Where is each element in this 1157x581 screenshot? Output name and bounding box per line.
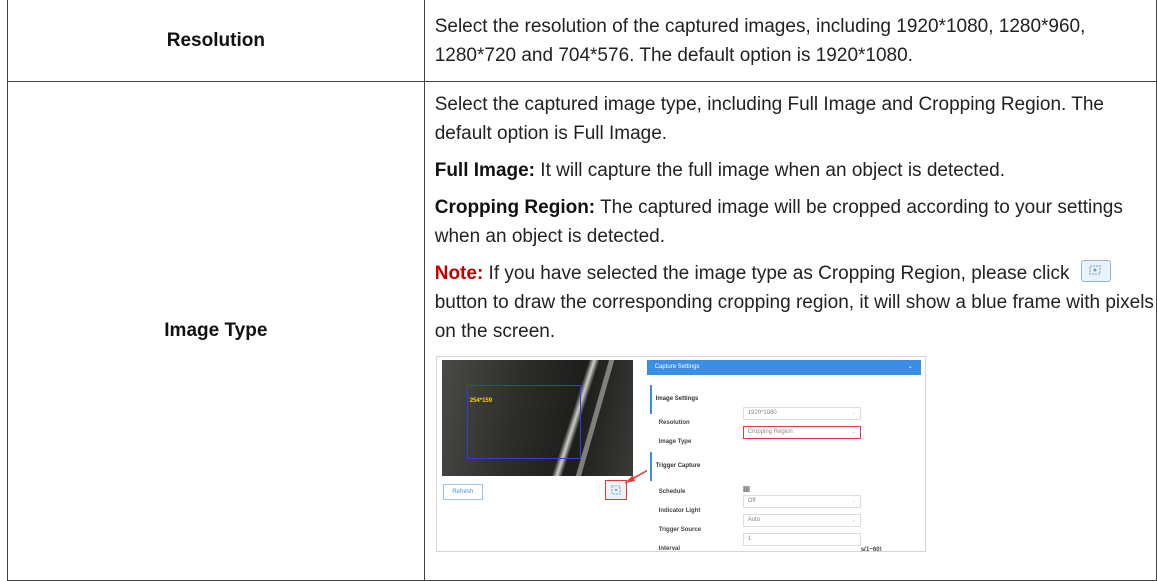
section-title: Trigger Capture — [649, 452, 700, 481]
chevron-down-icon: ⌄ — [851, 429, 856, 435]
note-text-after: button to draw the corresponding croppin… — [434, 292, 1154, 342]
cropping-region-paragraph: Cropping Region: The captured image will… — [435, 193, 1156, 251]
table-row: Resolution Select the resolution of the … — [7, 0, 1157, 82]
full-image-text: It will capture the full image when an o… — [535, 160, 1005, 181]
parameter-table: Resolution Select the resolution of the … — [7, 0, 1157, 581]
parameter-name-resolution: Resolution — [7, 0, 425, 82]
panel-title: Capture Settings — [654, 364, 700, 370]
table-row: Image Type Select the captured image typ… — [7, 81, 1157, 581]
description-intro: Select the captured image type, includin… — [434, 94, 1104, 144]
trigger-source-select[interactable]: Auto ⌄ — [742, 514, 861, 527]
interval-unit: s(1~60) — [860, 547, 882, 552]
interval-input[interactable]: 1 — [742, 533, 861, 546]
field-label: Interval — [658, 546, 681, 552]
chevron-down-icon: ⌄ — [907, 364, 913, 370]
note-paragraph: Note: If you have selected the image typ… — [435, 259, 1156, 346]
image-type-select[interactable]: Cropping Region ⌄ — [742, 426, 861, 439]
full-image-term: Full Image: — [434, 160, 536, 181]
settings-panel: Capture Settings ⌄ Image Settings Resolu… — [646, 360, 921, 552]
select-value: Off — [747, 498, 756, 504]
select-value: Cropping Region — [747, 429, 793, 435]
select-value: 1920*1080 — [747, 410, 777, 416]
full-image-paragraph: Full Image: It will capture the full ima… — [435, 156, 1156, 185]
parameter-description-image-type: Select the captured image type, includin… — [423, 81, 1157, 581]
input-value: 1 — [747, 536, 752, 542]
resolution-select[interactable]: 1920*1080 ⌄ — [742, 407, 861, 420]
description-text: Select the resolution of the captured im… — [434, 15, 1086, 66]
note-term: Note: — [434, 263, 484, 284]
cropping-region-term: Cropping Region: — [434, 197, 596, 218]
chevron-down-icon: ⌄ — [851, 410, 856, 416]
crop-region-icon — [1080, 260, 1111, 282]
parameter-name-image-type: Image Type — [7, 81, 425, 581]
indicator-light-select[interactable]: Off ⌄ — [742, 495, 861, 508]
note-text-before: If you have selected the image type as C… — [483, 263, 1075, 284]
chevron-down-icon: ⌄ — [851, 498, 856, 504]
select-value: Auto — [747, 517, 761, 523]
capture-settings-screenshot: 254*159 Refresh Capture Settings ⌄ Image… — [435, 356, 926, 552]
chevron-down-icon: ⌄ — [851, 517, 856, 523]
panel-header[interactable]: Capture Settings ⌄ — [646, 360, 921, 375]
parameter-description-resolution: Select the resolution of the captured im… — [423, 0, 1157, 82]
